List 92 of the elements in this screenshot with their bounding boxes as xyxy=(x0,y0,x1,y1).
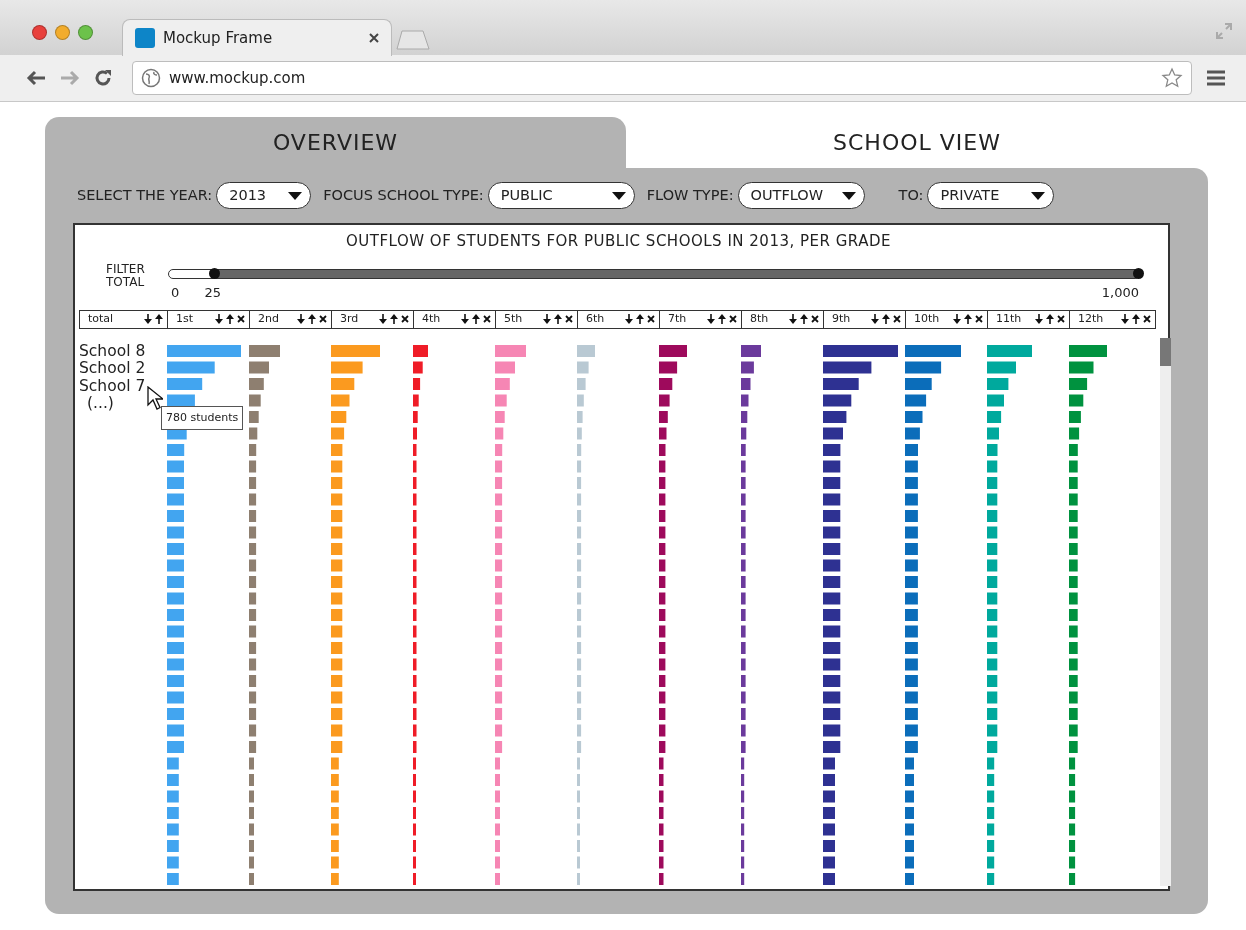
chart-title: OUTFLOW OF STUDENTS FOR PUBLIC SCHOOLS IN 2013, PER GRADE xyxy=(345,231,892,252)
dropdown[interactable]: PUBLIC xyxy=(487,182,635,209)
sort-up-icon[interactable] xyxy=(155,314,163,324)
filter-label: FLOW TYPE: xyxy=(646,185,734,205)
slider-value-label: 1,000 xyxy=(1101,283,1139,302)
sort-up-icon[interactable] xyxy=(1046,314,1054,324)
sort-down-icon[interactable] xyxy=(707,314,715,324)
close-icon[interactable] xyxy=(1143,314,1151,324)
slider-thumb[interactable] xyxy=(208,267,220,279)
sort-down-icon[interactable] xyxy=(144,314,152,324)
sort-up-icon[interactable] xyxy=(800,314,808,324)
view-tab[interactable]: OVERVIEW xyxy=(45,117,626,168)
close-icon[interactable] xyxy=(483,314,491,324)
column-label: 5th xyxy=(504,310,523,327)
sort-up-icon[interactable] xyxy=(308,314,316,324)
close-icon[interactable] xyxy=(729,314,737,324)
sort-up-icon[interactable] xyxy=(882,314,890,324)
column-label: 1st xyxy=(176,310,194,327)
sort-down-icon[interactable] xyxy=(215,314,223,324)
close-tab-icon[interactable] xyxy=(369,33,379,43)
close-icon[interactable] xyxy=(401,314,409,324)
school-label: School 2 xyxy=(79,360,146,378)
dropdown[interactable]: 2013 xyxy=(216,182,312,209)
sort-up-icon[interactable] xyxy=(718,314,726,324)
tab-title: Mockup Frame xyxy=(163,27,273,49)
sort-down-icon[interactable] xyxy=(953,314,961,324)
school-label: School 8 xyxy=(79,342,146,360)
back-icon[interactable] xyxy=(26,70,46,86)
sort-down-icon[interactable] xyxy=(871,314,879,324)
close-icon[interactable] xyxy=(647,314,655,324)
address-bar[interactable]: www.mockup.com xyxy=(132,61,1192,95)
close-icon[interactable] xyxy=(893,314,901,324)
filter-label: SELECT THE YEAR: xyxy=(77,185,213,205)
scrollbar-thumb[interactable] xyxy=(1160,337,1171,366)
sort-up-icon[interactable] xyxy=(226,314,234,324)
column-label: 6th xyxy=(586,310,605,327)
sort-down-icon[interactable] xyxy=(461,314,469,324)
sort-down-icon[interactable] xyxy=(379,314,387,324)
sort-up-icon[interactable] xyxy=(1132,314,1140,324)
sort-up-icon[interactable] xyxy=(636,314,644,324)
slider-label: FILTER TOTAL xyxy=(106,262,146,289)
close-icon[interactable] xyxy=(1057,314,1065,324)
cursor-icon xyxy=(147,385,163,410)
url-text: www.mockup.com xyxy=(169,67,306,89)
slider-value-label: 25 xyxy=(204,283,222,302)
dropdown[interactable]: OUTFLOW xyxy=(737,182,865,209)
column-label: 8th xyxy=(750,310,769,327)
column-label: 12th xyxy=(1078,310,1104,327)
sort-down-icon[interactable] xyxy=(625,314,633,324)
sort-down-icon[interactable] xyxy=(1035,314,1043,324)
sort-down-icon[interactable] xyxy=(297,314,305,324)
favicon-icon xyxy=(135,28,155,48)
sort-down-icon[interactable] xyxy=(1121,314,1129,324)
reload-icon[interactable] xyxy=(94,69,112,87)
caret-icon xyxy=(841,191,856,200)
dropdown[interactable]: PRIVATE xyxy=(927,182,1055,209)
scrollbar[interactable] xyxy=(1160,337,1171,886)
tooltip: 780 students xyxy=(161,405,244,430)
browser-tab[interactable]: Mockup Frame xyxy=(122,19,392,56)
column-label: 3rd xyxy=(340,310,359,327)
close-icon[interactable] xyxy=(811,314,819,324)
sort-up-icon[interactable] xyxy=(472,314,480,324)
star-icon[interactable] xyxy=(1161,67,1183,89)
slider-min-label: 0 xyxy=(171,283,180,302)
filter-label: FOCUS SCHOOL TYPE: xyxy=(323,185,484,205)
filter-label: TO: xyxy=(898,185,924,205)
close-icon[interactable] xyxy=(975,314,983,324)
column-label: 10th xyxy=(914,310,940,327)
column-label: total xyxy=(88,310,114,327)
sort-down-icon[interactable] xyxy=(543,314,551,324)
slider-thumb[interactable] xyxy=(1133,267,1144,279)
sort-up-icon[interactable] xyxy=(390,314,398,324)
column-label: 11th xyxy=(996,310,1022,327)
close-window-button[interactable] xyxy=(32,25,47,40)
caret-icon xyxy=(1031,191,1046,200)
sort-up-icon[interactable] xyxy=(554,314,562,324)
caret-icon xyxy=(611,191,626,200)
globe-icon xyxy=(141,68,161,88)
sort-up-icon[interactable] xyxy=(964,314,972,324)
school-label: School 7 xyxy=(79,377,146,395)
close-icon[interactable] xyxy=(319,314,327,324)
column-label: 9th xyxy=(832,310,851,327)
close-icon[interactable] xyxy=(565,314,573,324)
school-label: (...) xyxy=(87,395,114,413)
column-label: 2nd xyxy=(258,310,279,327)
sort-down-icon[interactable] xyxy=(789,314,797,324)
menu-icon[interactable] xyxy=(1206,69,1226,87)
close-icon[interactable] xyxy=(237,314,245,324)
caret-icon xyxy=(288,191,303,200)
column-label: 7th xyxy=(668,310,687,327)
column-label: 4th xyxy=(422,310,441,327)
maximize-window-button[interactable] xyxy=(78,25,93,40)
